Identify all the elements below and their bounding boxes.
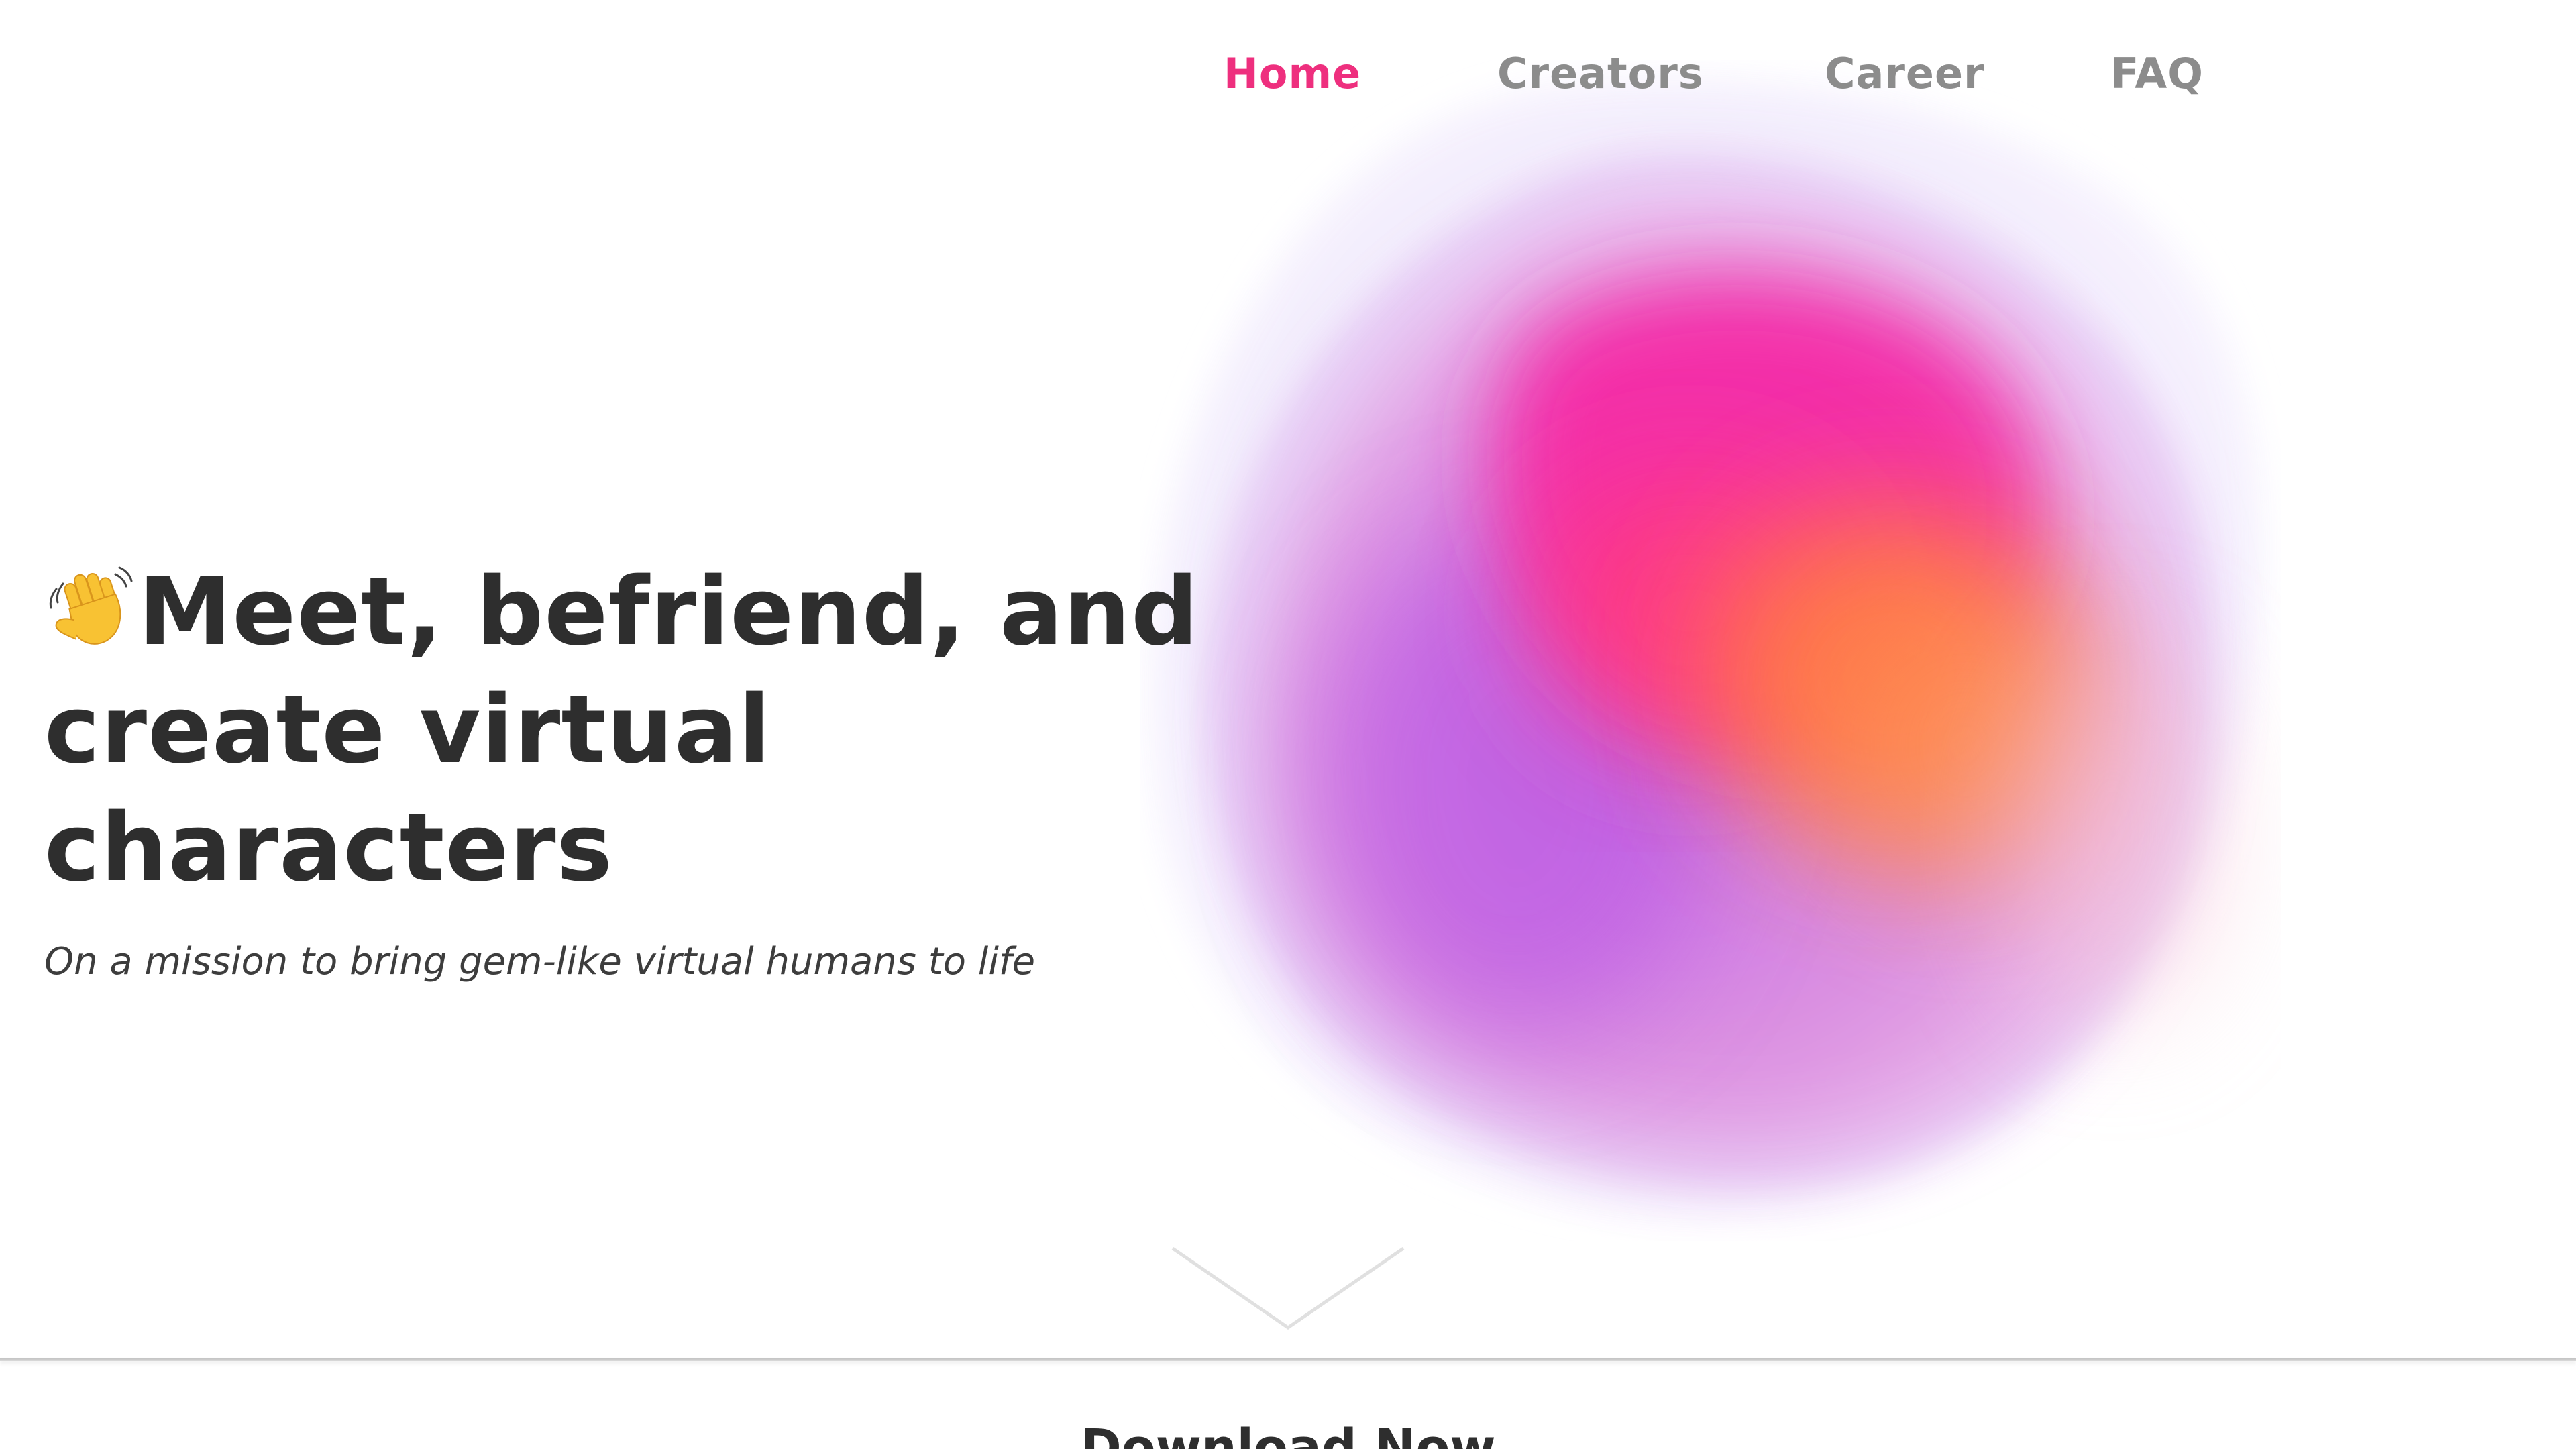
hero-subtitle: On a mission to bring gem-like virtual h… <box>44 940 1036 983</box>
hero-title-line-2: create virtual characters <box>44 676 771 903</box>
waving-hand-icon <box>44 561 138 655</box>
nav-item-creators[interactable]: Creators <box>1497 47 1704 101</box>
section-divider <box>0 1358 2576 1361</box>
hero-title: Meet, befriend, and create virtual charac… <box>44 553 1319 908</box>
nav-item-career[interactable]: Career <box>1825 47 1985 101</box>
hero-title-line-1: Meet, befriend, and <box>138 557 1199 667</box>
scroll-down-arrow[interactable] <box>1169 1244 1407 1332</box>
chevron-down-icon <box>1171 1246 1405 1330</box>
landing-page: Home Creators Career FAQ Meet, befriend,… <box>0 0 2576 1449</box>
download-heading: Download Now <box>1080 1419 1496 1449</box>
top-navigation: Home Creators Career FAQ <box>0 47 2576 101</box>
nav-item-faq[interactable]: FAQ <box>2110 47 2204 101</box>
nav-item-home[interactable]: Home <box>1224 47 1361 101</box>
hero-section: Meet, befriend, and create virtual charac… <box>44 553 1319 985</box>
